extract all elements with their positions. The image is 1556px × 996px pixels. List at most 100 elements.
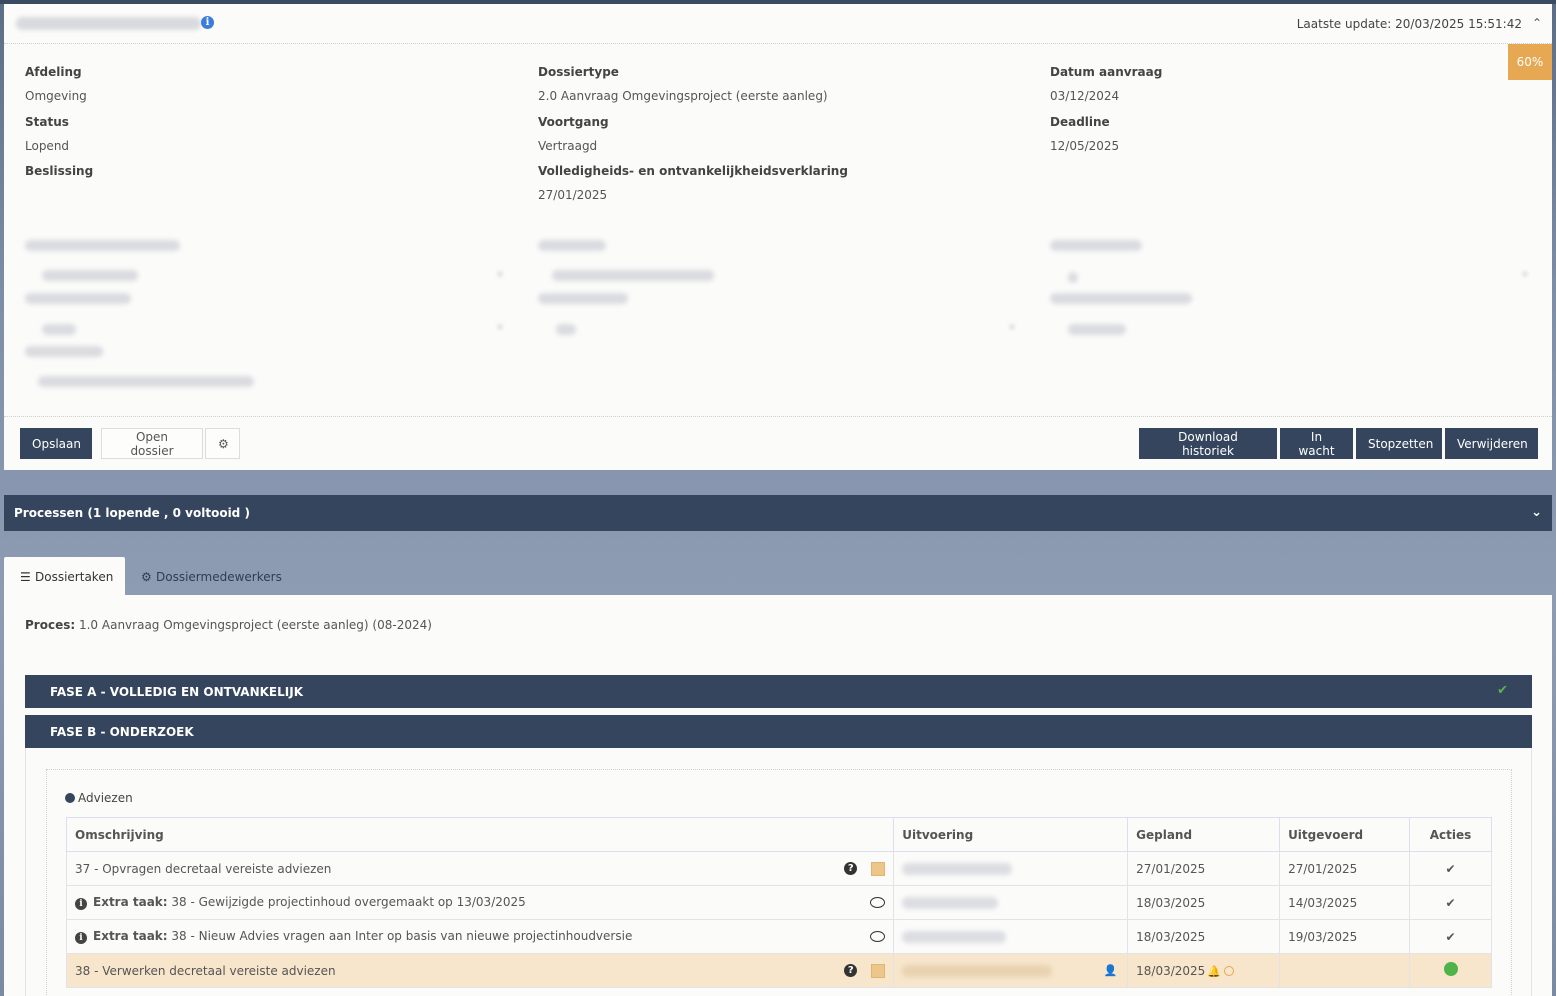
download-historiek-button[interactable]: Download historiek xyxy=(1139,428,1277,459)
redacted-text xyxy=(25,346,103,357)
cell-omschrijving: 37 - Opvragen decretaal vereiste advieze… xyxy=(65,851,895,886)
field-value: 2.0 Aanvraag Omgevingsproject (eerste aa… xyxy=(538,89,828,103)
tab-content: Proces: 1.0 Aanvraag Omgevingsproject (e… xyxy=(4,595,1552,996)
redacted-dot xyxy=(1009,324,1015,330)
fase-b-header[interactable]: FASE B - ONDERZOEK xyxy=(25,715,1532,748)
tab-dossiertaken[interactable]: ☰ Dossiertaken xyxy=(4,557,125,595)
task-description[interactable]: 38 - Gewijzigde projectinhoud overgemaak… xyxy=(168,895,525,909)
chat-icon[interactable] xyxy=(870,897,886,908)
processen-title: Processen (1 lopende , 0 voltooid ) xyxy=(14,506,250,520)
redacted-text xyxy=(902,897,999,909)
col-uitgevoerd[interactable]: Uitgevoerd xyxy=(1279,817,1411,852)
redacted-text xyxy=(556,324,576,335)
chevron-up-icon[interactable]: ⌃ xyxy=(1532,16,1542,30)
info-icon[interactable]: i xyxy=(75,898,87,910)
check-icon: ✔ xyxy=(1497,683,1508,698)
col-omschrijving[interactable]: Omschrijving xyxy=(65,817,895,852)
field-label: Volledigheids- en ontvankelijkheidsverkl… xyxy=(538,164,848,178)
table-row[interactable]: 38 - Verwerken decretaal vereiste adviez… xyxy=(65,953,1492,988)
table-row[interactable]: i Extra taak: 38 - Nieuw Advies vragen aa… xyxy=(65,919,1492,954)
extra-task-label: Extra taak: xyxy=(93,929,168,943)
opslaan-button[interactable]: Opslaan xyxy=(20,428,92,459)
status-dot-icon[interactable] xyxy=(1443,962,1458,976)
fase-a-header[interactable]: FASE A - VOLLEDIG EN ONTVANKELIJK ✔ xyxy=(25,675,1532,708)
field-label: Dossiertype xyxy=(538,65,619,79)
tab-label: Dossiertaken xyxy=(35,570,114,584)
note-icon[interactable] xyxy=(871,861,886,876)
clock-icon xyxy=(1224,965,1235,976)
fase-b-body: Adviezen Omschrijving Uitvoering Gepland… xyxy=(25,748,1532,996)
task-description[interactable]: 38 - Verwerken decretaal vereiste adviez… xyxy=(75,964,336,978)
cell-uitvoering xyxy=(893,919,1129,954)
field-label: Afdeling xyxy=(25,65,82,79)
tab-dossiermedewerkers[interactable]: ⚙ Dossiermedewerkers xyxy=(131,557,291,595)
proces-value: 1.0 Aanvraag Omgevingsproject (eerste aa… xyxy=(78,618,432,632)
cell-uitvoering xyxy=(893,851,1129,886)
table-row[interactable]: 37 - Opvragen decretaal vereiste advieze… xyxy=(65,851,1492,886)
redacted-text xyxy=(25,240,180,251)
task-description[interactable]: 38 - Nieuw Advies vragen aan Inter op ba… xyxy=(168,929,632,943)
col-uitvoering[interactable]: Uitvoering xyxy=(893,817,1129,852)
last-update-text: Laatste update: 20/03/2025 15:51:42 xyxy=(1296,17,1522,31)
open-dossier-button[interactable]: Open dossier xyxy=(101,428,203,459)
user-icon[interactable]: 👤 xyxy=(1103,964,1117,977)
in-wacht-button[interactable]: In wacht xyxy=(1280,428,1353,459)
task-description[interactable]: 37 - Opvragen decretaal vereiste advieze… xyxy=(75,862,331,876)
redacted-text xyxy=(552,270,714,281)
field-status: Status Lopend xyxy=(25,115,69,153)
info-icon[interactable]: i xyxy=(75,932,87,944)
processen-bar[interactable]: Processen (1 lopende , 0 voltooid ) ⌄ xyxy=(4,495,1552,531)
check-icon: ✔ xyxy=(1409,919,1492,954)
redacted-title xyxy=(16,17,201,30)
field-value: Vertraagd xyxy=(538,139,598,153)
redacted-text xyxy=(538,293,628,304)
cell-uitgevoerd: 19/03/2025 xyxy=(1279,919,1411,954)
redacted-text xyxy=(902,863,1013,875)
redacted-text xyxy=(1050,240,1142,251)
progress-badge: 60% xyxy=(1508,44,1552,80)
field-deadline: Deadline 12/05/2025 xyxy=(1050,115,1119,153)
cell-uitgevoerd: 27/01/2025 xyxy=(1279,851,1411,886)
proces-label: Proces: xyxy=(25,618,76,632)
cell-gepland: 18/03/2025 xyxy=(1127,885,1281,920)
col-gepland[interactable]: Gepland xyxy=(1127,817,1281,852)
bell-icon: 🔔 xyxy=(1207,964,1222,978)
dossier-panel: i Laatste update: 20/03/2025 15:51:42 ⌃ … xyxy=(4,4,1552,470)
bullet-icon xyxy=(65,793,75,803)
gear-icon: ⚙ xyxy=(141,570,152,584)
field-afdeling: Afdeling Omgeving xyxy=(25,65,87,103)
field-value: 27/01/2025 xyxy=(538,188,608,202)
field-label: Voortgang xyxy=(538,115,609,129)
info-icon[interactable]: i xyxy=(201,16,214,29)
field-value: 03/12/2024 xyxy=(1050,89,1120,103)
cell-uitgevoerd: 14/03/2025 xyxy=(1279,885,1411,920)
group-title: Adviezen xyxy=(65,791,133,805)
check-icon: ✔ xyxy=(1409,885,1492,920)
tab-label: Dossiermedewerkers xyxy=(156,570,282,584)
redacted-text xyxy=(42,270,138,281)
question-icon[interactable]: ? xyxy=(844,862,858,875)
chat-icon[interactable] xyxy=(870,931,886,942)
fase-title: FASE A - VOLLEDIG EN ONTVANKELIJK xyxy=(50,685,303,699)
gear-icon[interactable]: ⚙ xyxy=(205,428,240,459)
redacted-text xyxy=(42,324,76,335)
gepland-date: 18/03/2025 xyxy=(1136,963,1206,978)
cell-omschrijving: i Extra taak: 38 - Nieuw Advies vragen aa… xyxy=(65,919,895,954)
group-title-text: Adviezen xyxy=(78,791,133,805)
proces-line: Proces: 1.0 Aanvraag Omgevingsproject (e… xyxy=(25,618,432,632)
note-icon[interactable] xyxy=(871,963,886,978)
table-row[interactable]: i Extra taak: 38 - Gewijzigde projectinho… xyxy=(65,885,1492,920)
field-dossiertype: Dossiertype 2.0 Aanvraag Omgevingsprojec… xyxy=(538,65,828,103)
redacted-text xyxy=(902,965,1053,977)
field-value: 12/05/2025 xyxy=(1050,139,1120,153)
chevron-down-icon[interactable]: ⌄ xyxy=(1531,505,1542,520)
cell-uitvoering xyxy=(893,885,1129,920)
redacted-dot xyxy=(497,324,503,330)
question-icon[interactable]: ? xyxy=(844,964,858,977)
cell-acties xyxy=(1409,953,1492,988)
stopzetten-button[interactable]: Stopzetten xyxy=(1356,428,1442,459)
field-value: Lopend xyxy=(25,139,70,153)
verwijderen-button[interactable]: Verwijderen xyxy=(1445,428,1538,459)
field-label: Status xyxy=(25,115,69,129)
redacted-text xyxy=(38,376,254,387)
